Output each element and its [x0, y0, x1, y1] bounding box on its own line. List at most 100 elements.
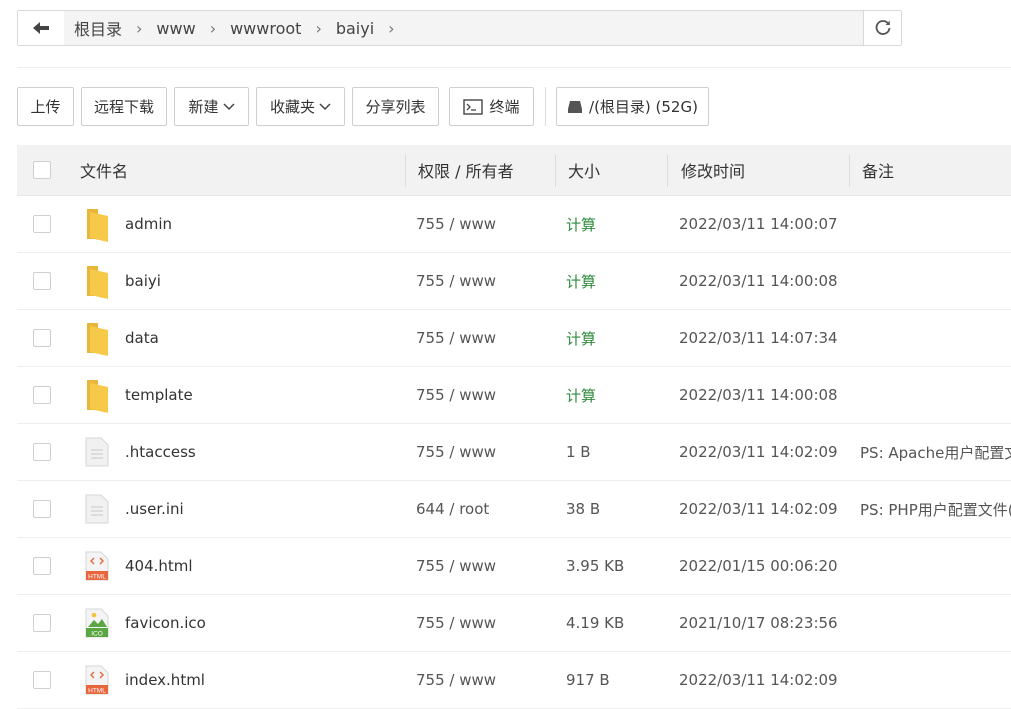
file-permission[interactable]: 755 / www [416, 424, 496, 480]
compute-size-link[interactable]: 计算 [566, 367, 596, 423]
toolbar-divider [545, 87, 546, 126]
table-row[interactable]: .htaccess 755 / www 1 B 2022/03/11 14:02… [17, 424, 1011, 481]
file-mtime: 2022/03/11 14:02:09 [679, 443, 838, 461]
row-checkbox[interactable] [33, 500, 51, 518]
column-divider [849, 155, 850, 187]
row-checkbox[interactable] [33, 671, 51, 689]
file-mtime: 2022/03/11 14:02:09 [679, 500, 838, 518]
file-type-icon-cell: ICO [83, 595, 111, 651]
file-remark[interactable] [860, 538, 1011, 594]
row-checkbox[interactable] [33, 272, 51, 290]
row-checkbox[interactable] [33, 215, 51, 233]
file-name[interactable]: baiyi [125, 253, 161, 309]
file-name[interactable]: .htaccess [125, 424, 196, 480]
file-name[interactable]: data [125, 310, 159, 366]
file-mtime: 2021/10/17 08:23:56 [679, 614, 838, 632]
file-name[interactable]: 404.html [125, 538, 193, 594]
file-remark[interactable]: PS: Apache用户配置文 [860, 424, 1011, 480]
remote-download-button[interactable]: 远程下载 [81, 87, 167, 126]
disk-label: /(根目录) (52G) [589, 98, 698, 116]
table-row[interactable]: template 755 / www 计算 2022/03/11 14:00:0… [17, 367, 1011, 424]
file-name[interactable]: index.html [125, 652, 205, 708]
header-permission[interactable]: 权限 / 所有者 [418, 145, 514, 195]
table-body: admin 755 / www 计算 2022/03/11 14:00:07 b… [17, 196, 1011, 709]
breadcrumb-www[interactable]: www [154, 19, 197, 38]
file-permission[interactable]: 755 / www [416, 310, 496, 366]
chevron-down-icon [319, 102, 331, 110]
row-checkbox[interactable] [33, 614, 51, 632]
file-permission[interactable]: 755 / www [416, 367, 496, 423]
disk-button[interactable]: /(根目录) (52G) [556, 87, 709, 126]
breadcrumb-wwwroot[interactable]: wwwroot [228, 19, 303, 38]
column-divider [667, 155, 668, 187]
folder-icon [87, 323, 108, 356]
share-list-button[interactable]: 分享列表 [352, 87, 439, 126]
file-permission[interactable]: 755 / www [416, 538, 496, 594]
row-checkbox[interactable] [33, 329, 51, 347]
file-type-icon-cell [83, 196, 111, 252]
file-mtime: 2022/03/11 14:00:07 [679, 215, 838, 233]
breadcrumb-root[interactable]: 根目录 [72, 16, 124, 40]
compute-size-link[interactable]: 计算 [566, 310, 596, 366]
remote-download-label: 远程下载 [93, 98, 154, 116]
file-name[interactable]: admin [125, 196, 172, 252]
file-permission[interactable]: 755 / www [416, 196, 496, 252]
header-size[interactable]: 大小 [568, 145, 600, 195]
row-checkbox[interactable] [33, 557, 51, 575]
file-permission[interactable]: 755 / www [416, 253, 496, 309]
file-name[interactable]: favicon.ico [125, 595, 206, 651]
file-permission[interactable]: 755 / www [416, 595, 496, 651]
file-name[interactable]: template [125, 367, 193, 423]
file-icon [85, 437, 109, 467]
folder-icon [87, 266, 108, 299]
upload-button[interactable]: 上传 [17, 87, 74, 126]
table-row[interactable]: HTML 404.html 755 / www 3.95 KB 2022/01/… [17, 538, 1011, 595]
table-row[interactable]: HTML index.html 755 / www 917 B 2022/03/… [17, 652, 1011, 709]
header-mtime[interactable]: 修改时间 [681, 145, 745, 195]
file-mtime: 2022/03/11 14:07:34 [679, 329, 838, 347]
svg-text:HTML: HTML [88, 688, 106, 695]
svg-text:HTML: HTML [88, 574, 106, 581]
file-name[interactable]: .user.ini [125, 481, 184, 537]
chevron-right-icon[interactable]: › [388, 19, 394, 38]
table-row[interactable]: data 755 / www 计算 2022/03/11 14:07:34 [17, 310, 1011, 367]
compute-size-link[interactable]: 计算 [566, 196, 596, 252]
select-all-checkbox-cell[interactable] [33, 145, 51, 195]
html-file-icon: HTML [85, 551, 109, 581]
row-checkbox-cell [33, 253, 51, 309]
column-divider [405, 155, 406, 187]
file-mtime: 2022/03/11 14:00:08 [679, 272, 838, 290]
terminal-icon [463, 98, 484, 115]
new-dropdown-button[interactable]: 新建 [174, 87, 249, 126]
file-remark[interactable] [860, 253, 1011, 309]
row-checkbox-cell [33, 481, 51, 537]
favorites-dropdown-button[interactable]: 收藏夹 [256, 87, 345, 126]
table-row[interactable]: .user.ini 644 / root 38 B 2022/03/11 14:… [17, 481, 1011, 538]
refresh-button[interactable] [863, 11, 901, 45]
file-mtime: 2022/03/11 14:02:09 [679, 671, 838, 689]
file-remark[interactable] [860, 367, 1011, 423]
file-remark[interactable] [860, 310, 1011, 366]
select-all-checkbox[interactable] [33, 161, 51, 179]
file-permission[interactable]: 755 / www [416, 652, 496, 708]
compute-size-link[interactable]: 计算 [566, 253, 596, 309]
breadcrumb-baiyi[interactable]: baiyi [334, 19, 376, 38]
back-button[interactable] [18, 11, 65, 45]
terminal-button[interactable]: 终端 [449, 87, 534, 126]
chevron-down-icon [222, 102, 235, 110]
file-size: 38 B [566, 500, 601, 518]
divider [17, 67, 1011, 68]
file-remark[interactable]: PS: PHP用户配置文件( [860, 481, 1011, 537]
header-name[interactable]: 文件名 [80, 145, 128, 195]
table-row[interactable]: baiyi 755 / www 计算 2022/03/11 14:00:08 [17, 253, 1011, 310]
table-row[interactable]: admin 755 / www 计算 2022/03/11 14:00:07 [17, 196, 1011, 253]
file-remark[interactable] [860, 652, 1011, 708]
row-checkbox[interactable] [33, 386, 51, 404]
file-remark[interactable] [860, 595, 1011, 651]
table-row[interactable]: ICO favicon.ico 755 / www 4.19 KB 2021/1… [17, 595, 1011, 652]
row-checkbox-cell [33, 310, 51, 366]
file-remark[interactable] [860, 196, 1011, 252]
row-checkbox-cell [33, 424, 51, 480]
row-checkbox[interactable] [33, 443, 51, 461]
file-permission[interactable]: 644 / root [416, 481, 489, 537]
